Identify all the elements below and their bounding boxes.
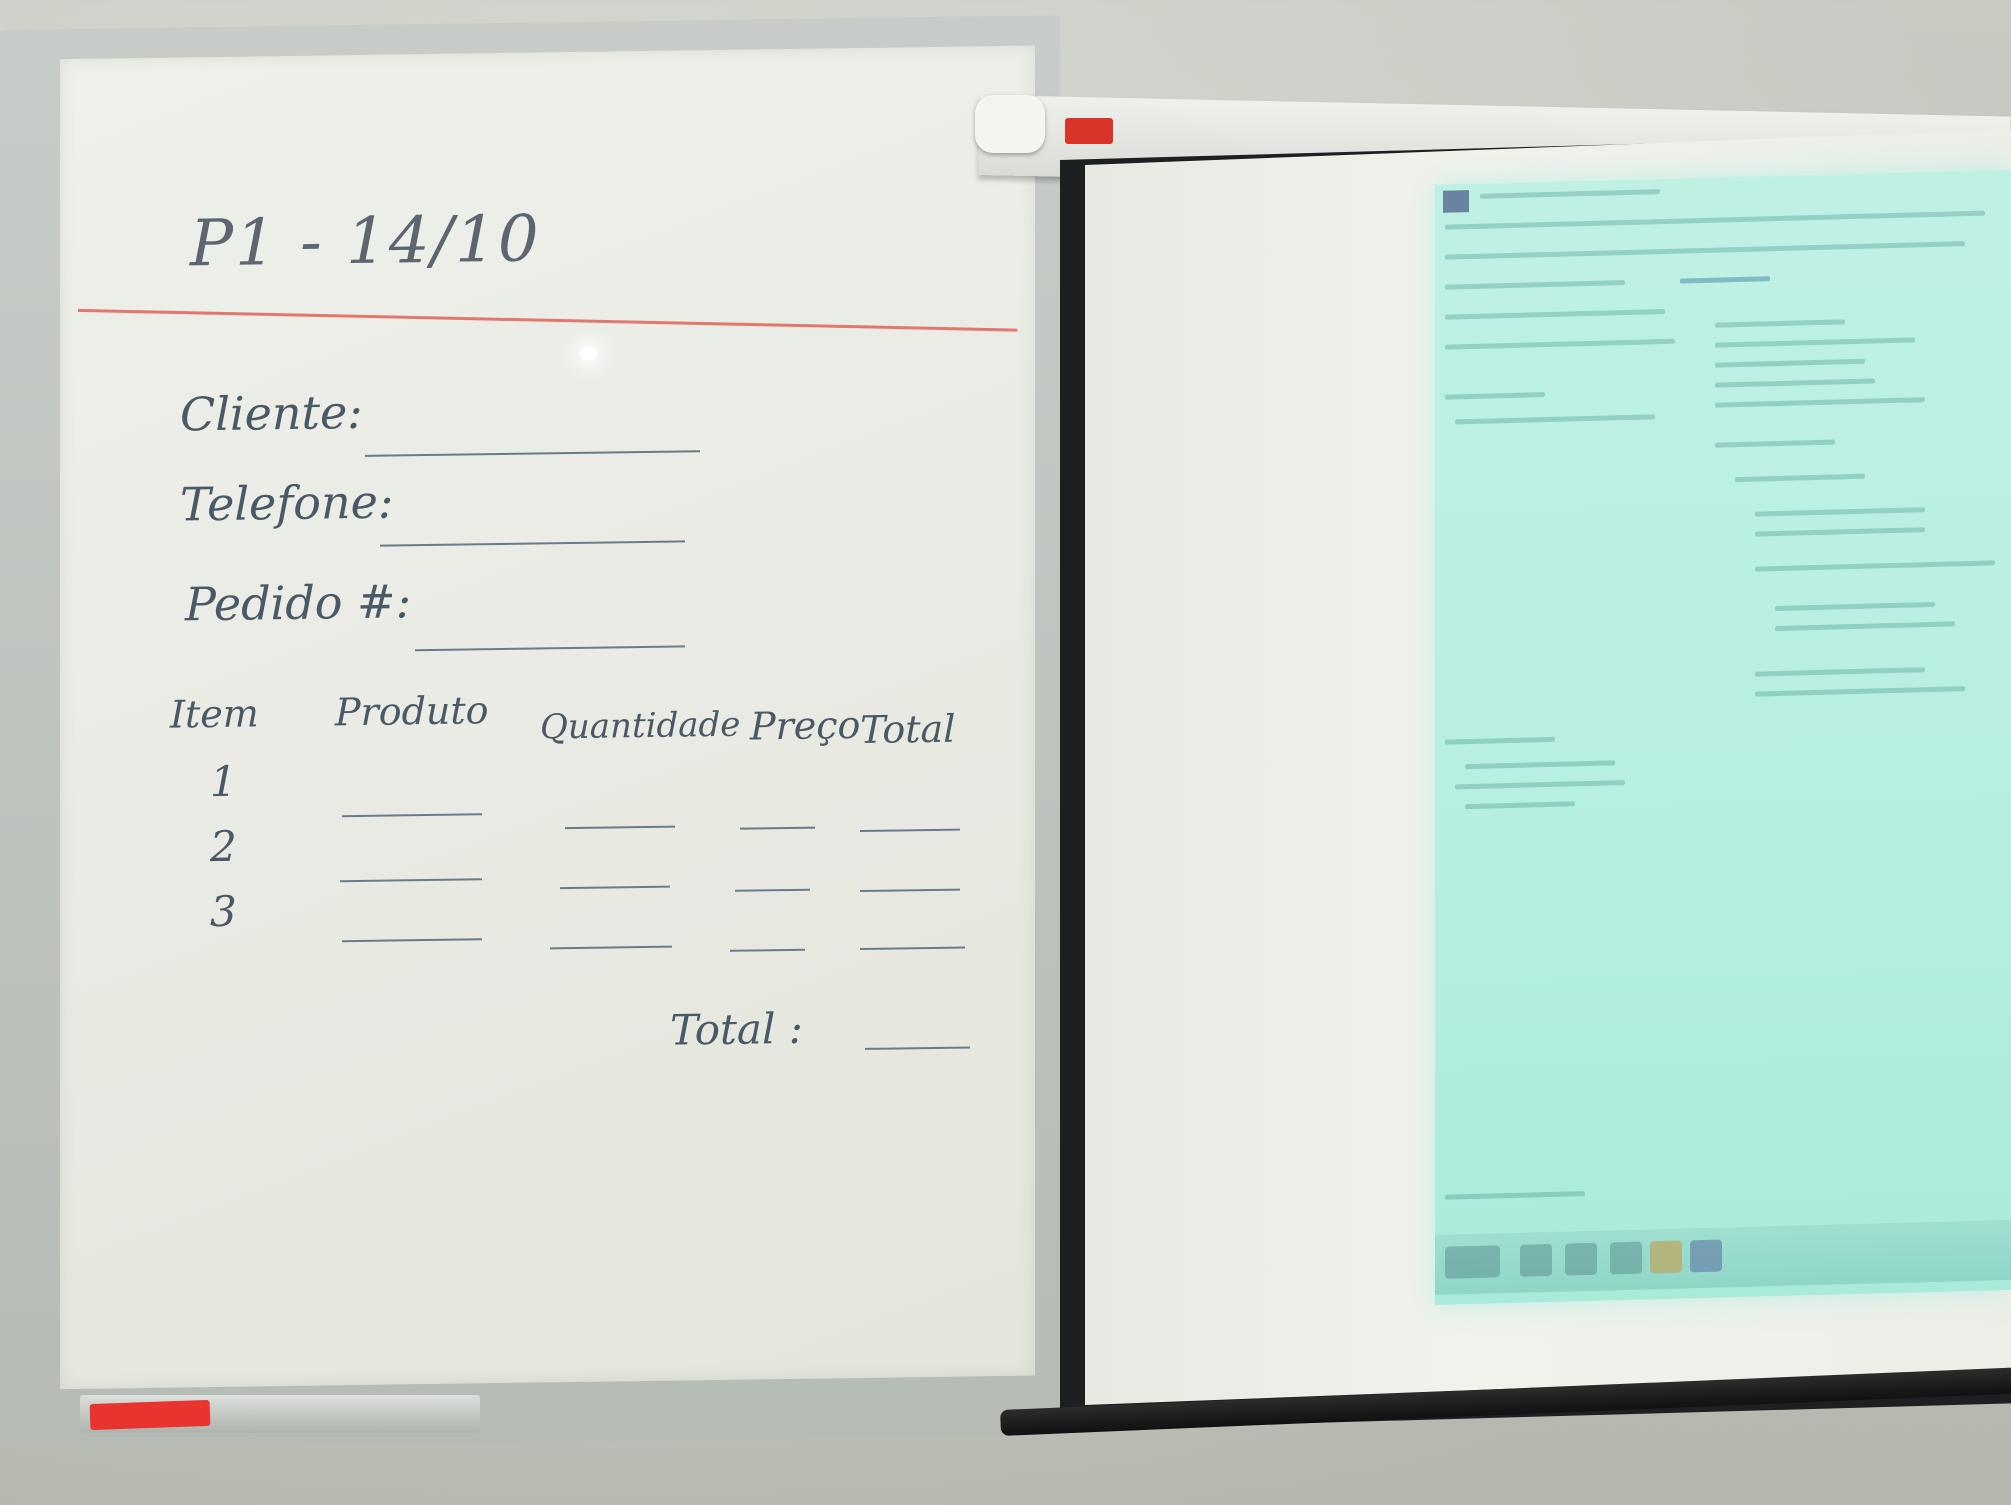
proj-toolbar — [1445, 241, 1965, 260]
pedido-label: Pedido #: — [185, 574, 412, 632]
telefone-blank — [380, 540, 685, 547]
folder-icon — [1565, 1242, 1597, 1276]
row3-quantidade-blank — [550, 945, 672, 950]
proj-code-line — [1755, 507, 1925, 517]
proj-code-line — [1735, 473, 1865, 483]
light-glare — [580, 346, 598, 361]
row1-quantidade-blank — [565, 825, 675, 830]
column-item: Item — [170, 691, 259, 737]
row1-total-blank — [860, 828, 960, 832]
proj-run-all — [1445, 338, 1675, 350]
telefone-label: Telefone: — [180, 474, 394, 532]
proj-taskbar — [1435, 1219, 2011, 1295]
cliente-blank — [365, 450, 700, 457]
title-underline — [77, 308, 1018, 332]
board-title: P1 - 14/10 — [190, 202, 541, 282]
row1-produto-blank — [342, 813, 482, 818]
grand-total-label: Total : — [670, 1003, 803, 1055]
row1-preco-blank — [740, 826, 815, 830]
row-number-3: 3 — [210, 886, 237, 937]
column-quantidade: Quantidade — [540, 704, 741, 748]
proj-code-line — [1755, 560, 1995, 572]
visual-studio-icon — [1443, 190, 1469, 213]
proj-status-bar — [1445, 1191, 1585, 1200]
screen-mount — [975, 95, 1045, 153]
proj-code-line — [1755, 686, 1965, 697]
row2-total-blank — [860, 888, 960, 892]
visual-studio-icon — [1690, 1239, 1722, 1273]
pedido-blank — [415, 645, 685, 652]
proj-code-line — [1715, 319, 1845, 328]
row2-quantidade-blank — [560, 885, 670, 890]
column-total: Total — [860, 706, 956, 752]
proj-code-line — [1715, 358, 1865, 368]
proj-code-line — [1715, 439, 1835, 448]
proj-test-item — [1455, 414, 1655, 425]
whiteboard-surface: P1 - 14/10 Cliente: Telefone: Pedido #: … — [60, 45, 1035, 1390]
taskbar-app-icon — [1520, 1243, 1552, 1277]
row2-produto-blank — [340, 878, 482, 883]
projected-ide-window — [1435, 169, 2011, 1306]
proj-test-detail-line — [1465, 760, 1615, 770]
proj-search-bar — [1445, 308, 1665, 320]
proj-passed-tests — [1445, 392, 1545, 400]
whiteboard: P1 - 14/10 Cliente: Telefone: Pedido #: … — [0, 15, 1060, 1451]
cliente-label: Cliente: — [180, 384, 363, 442]
column-produto: Produto — [335, 688, 489, 735]
column-preco: Preço — [750, 702, 861, 749]
brand-logo-icon — [1065, 118, 1113, 144]
proj-code-line — [1715, 378, 1875, 388]
proj-test-detail-title — [1445, 736, 1555, 745]
browser-icon — [1650, 1240, 1682, 1274]
red-eraser — [89, 1399, 211, 1431]
proj-tab-active — [1680, 276, 1770, 284]
proj-code-line — [1755, 527, 1925, 537]
proj-test-detail-line — [1465, 801, 1575, 810]
media-player-icon — [1610, 1241, 1642, 1275]
row-number-1: 1 — [210, 756, 237, 807]
row3-total-blank — [860, 946, 965, 950]
row3-preco-blank — [730, 948, 805, 952]
proj-code-line — [1775, 601, 1935, 612]
grand-total-blank — [865, 1046, 970, 1050]
proj-test-explorer-header — [1445, 280, 1625, 290]
proj-test-detail-line — [1455, 780, 1625, 790]
proj-menu-bar — [1445, 210, 1985, 230]
proj-code-line — [1775, 621, 1955, 632]
proj-code-line — [1715, 337, 1915, 348]
proj-code-line — [1755, 667, 1925, 677]
row3-produto-blank — [342, 938, 482, 943]
row2-preco-blank — [735, 888, 810, 892]
proj-title-bar-text — [1480, 189, 1660, 199]
start-button-icon — [1445, 1245, 1500, 1279]
proj-code-line — [1715, 397, 1925, 408]
row-number-2: 2 — [210, 821, 237, 872]
